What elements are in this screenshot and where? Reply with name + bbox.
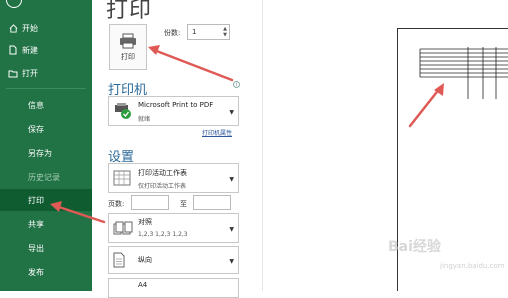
sidebar-item-label: 信息: [28, 100, 44, 110]
orientation-dropdown[interactable]: 纵向 ▼: [108, 246, 239, 274]
sidebar-item-open[interactable]: 打开: [0, 62, 92, 84]
copies-spinner[interactable]: ▲ ▼: [223, 26, 227, 38]
print-what-dropdown[interactable]: 打印活动工作表 仅打印活动工作表 ▼: [108, 163, 239, 193]
sidebar-item-print[interactable]: 打印: [0, 189, 92, 211]
pages-to-label: 至: [180, 200, 187, 208]
sidebar-item-save-as[interactable]: 另存为: [0, 142, 92, 164]
dropdown-arrow-icon: ▼: [229, 226, 234, 233]
sidebar-item-save[interactable]: 保存: [0, 118, 92, 140]
open-folder-icon: [8, 68, 18, 78]
sidebar-item-label: 导出: [28, 243, 44, 253]
pages-label: 页数:: [108, 200, 125, 208]
dropdown-arrow-icon: ▼: [229, 109, 234, 116]
printer-properties-link[interactable]: 打印机属性: [202, 128, 232, 137]
portrait-page-icon: [113, 252, 125, 268]
sheet-icon: [113, 170, 131, 186]
sidebar-item-publish[interactable]: 发布: [0, 261, 92, 283]
print-button[interactable]: 打印: [109, 24, 147, 70]
pages-to-input[interactable]: [193, 195, 231, 210]
copies-label: 份数:: [164, 29, 181, 37]
home-icon: [8, 23, 18, 33]
panel-divider: [262, 0, 263, 291]
printer-name: Microsoft Print to PDF: [138, 101, 214, 109]
info-icon[interactable]: i: [233, 81, 240, 88]
pages-from-input[interactable]: [131, 195, 169, 210]
collate-dropdown[interactable]: 对照 1,2,3 1,2,3 1,2,3 ▼: [108, 213, 239, 243]
sidebar-item-home[interactable]: 开始: [0, 17, 92, 39]
watermark-logo: Bai经验: [388, 239, 441, 255]
collate-sub: 1,2,3 1,2,3 1,2,3: [138, 231, 188, 238]
collate-icon: [113, 221, 133, 235]
dropdown-arrow-icon: ▼: [229, 176, 234, 183]
copies-input[interactable]: 1 ▲ ▼: [187, 24, 230, 40]
sidebar-item-share[interactable]: 共享: [0, 213, 92, 235]
sidebar-item-history[interactable]: 历史记录: [0, 166, 92, 188]
back-arrow-icon[interactable]: [6, 0, 22, 8]
printer-icon: [120, 33, 136, 48]
print-what-title: 打印活动工作表: [138, 169, 187, 177]
backstage-sidebar: 开始 新建 打开 信息 保存 另存为 历史记录 打印 共享 导出 发布: [0, 0, 92, 291]
sidebar-item-label: 新建: [22, 45, 38, 55]
sidebar-item-info[interactable]: 信息: [0, 94, 92, 116]
print-button-label: 打印: [121, 52, 135, 61]
copies-value: 1: [192, 28, 197, 36]
sidebar-divider: [6, 88, 86, 89]
print-panel: 打印 打印 份数: 1 ▲ ▼ 打印机 i Microsoft Print to …: [92, 0, 262, 298]
sidebar-item-label: 发布: [28, 267, 44, 277]
orientation-title: 纵向: [138, 256, 152, 264]
printer-dropdown[interactable]: Microsoft Print to PDF 就绪 ▼: [108, 96, 239, 126]
paper-size-title: A4: [138, 281, 148, 289]
sidebar-item-label: 历史记录: [28, 172, 60, 182]
sidebar-item-export[interactable]: 导出: [0, 237, 92, 259]
sidebar-item-new[interactable]: 新建: [0, 39, 92, 61]
watermark-url: jingyan.baidu.com: [440, 262, 505, 270]
paper-size-dropdown[interactable]: A4: [108, 278, 239, 298]
collate-title: 对照: [138, 218, 152, 226]
printer-ready-icon: [115, 103, 131, 119]
new-file-icon: [8, 45, 18, 55]
sidebar-item-label: 打印: [28, 195, 44, 205]
printer-status: 就绪: [138, 116, 151, 123]
sidebar-item-label: 另存为: [28, 148, 52, 158]
page-title: 打印: [106, 0, 153, 23]
sidebar-item-label: 开始: [22, 23, 38, 33]
sidebar-item-label: 保存: [28, 124, 44, 134]
sidebar-item-label: 共享: [28, 219, 44, 229]
print-what-sub: 仅打印活动工作表: [138, 183, 187, 190]
dropdown-arrow-icon: ▼: [229, 258, 234, 265]
sidebar-item-label: 打开: [22, 68, 38, 78]
